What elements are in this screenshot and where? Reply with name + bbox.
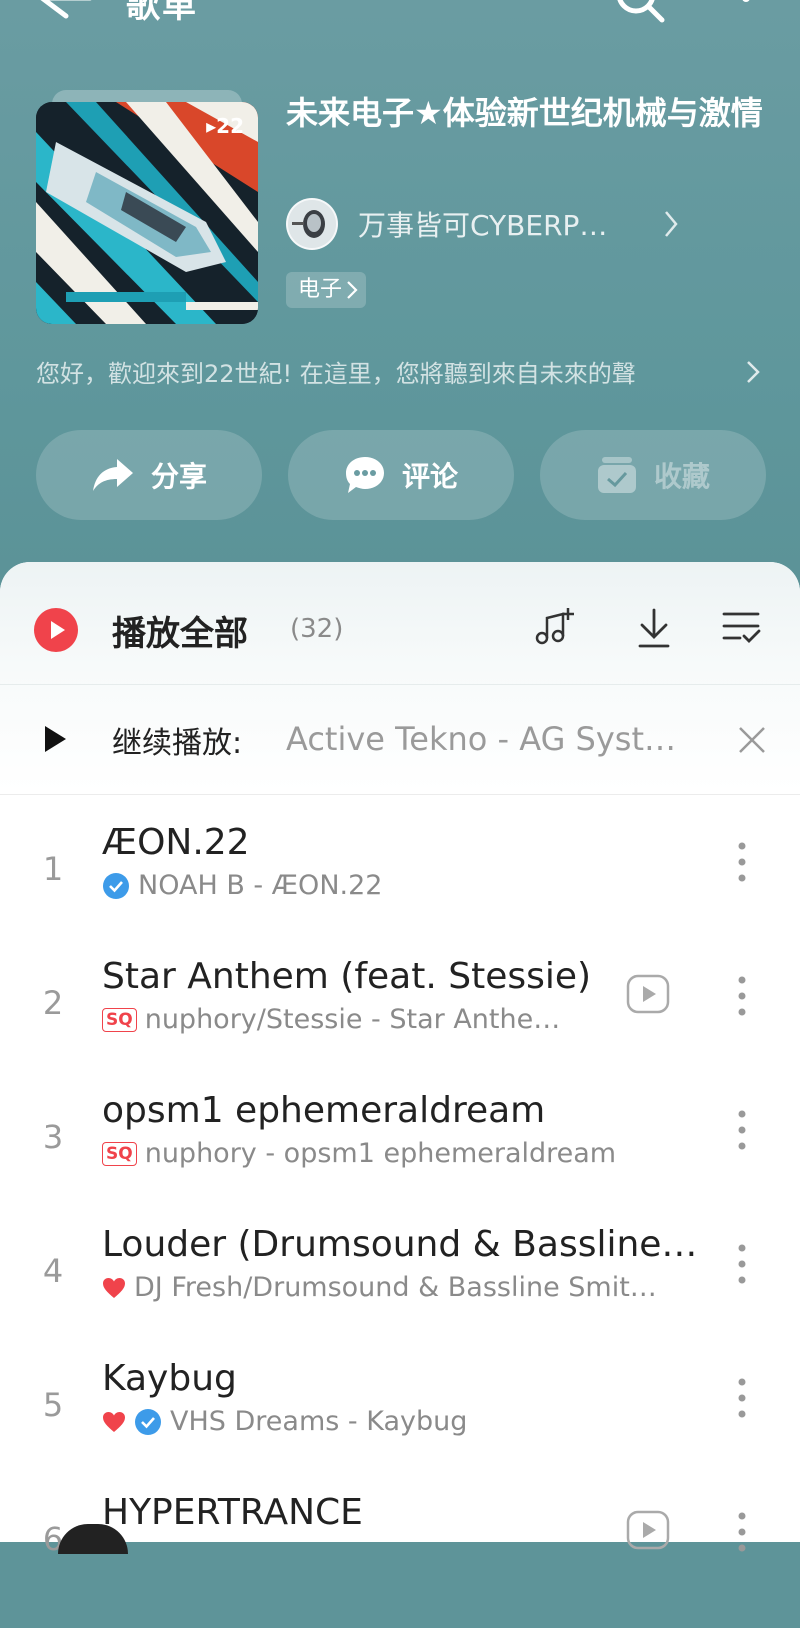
close-icon[interactable] — [736, 724, 768, 756]
genre-tag-label: 电子 — [298, 277, 343, 302]
song-title: opsm1 ephemeraldream — [102, 1090, 546, 1131]
song-list-panel: 播放全部 (32) 继续播放: Active Tekno - AG Syst… … — [0, 562, 800, 1558]
more-icon[interactable] — [734, 1242, 750, 1286]
more-options-icon[interactable] — [736, 0, 756, 28]
song-row[interactable]: 4 Louder (Drumsound & Bassline… DJ Fresh… — [0, 1224, 800, 1360]
share-button[interactable]: 分享 — [36, 430, 262, 520]
video-play-icon[interactable] — [626, 1510, 670, 1550]
song-subtitle: SQ nuphory - opsm1 ephemeraldream — [102, 1138, 702, 1169]
play-all-icon[interactable] — [34, 608, 78, 652]
song-index: 2 — [42, 984, 64, 1022]
heart-icon — [103, 1277, 125, 1298]
song-artist-album: NOAH B - ÆON.22 — [138, 870, 383, 901]
download-icon[interactable] — [632, 606, 676, 650]
chevron-right-icon — [347, 281, 358, 299]
song-artist-album: nuphory/Stessie - Star Anthe… — [144, 1004, 561, 1035]
song-title: Louder (Drumsound & Bassline… — [102, 1224, 698, 1265]
video-play-icon[interactable] — [626, 974, 670, 1014]
heart-icon — [103, 1411, 125, 1432]
more-icon[interactable] — [734, 1376, 750, 1420]
song-subtitle: VHS Dreams - Kaybug — [102, 1406, 702, 1437]
song-title: Star Anthem (feat. Stessie) — [102, 956, 592, 997]
song-index: 3 — [42, 1118, 64, 1156]
song-row[interactable]: 5 Kaybug VHS Dreams - Kaybug — [0, 1358, 800, 1494]
more-icon[interactable] — [734, 974, 750, 1018]
multi-select-icon[interactable] — [720, 606, 764, 650]
comment-icon — [345, 457, 384, 493]
divider — [0, 684, 800, 685]
add-music-icon[interactable] — [532, 606, 576, 650]
playlist-cover[interactable]: ▸22 — [36, 102, 258, 324]
more-icon[interactable] — [734, 840, 750, 884]
back-arrow-icon[interactable] — [36, 0, 92, 28]
page-title: 歌单 — [126, 0, 198, 26]
resume-label: 继续播放: — [112, 726, 243, 761]
sq-badge: SQ — [102, 1007, 137, 1032]
song-row[interactable]: 2 Star Anthem (feat. Stessie) SQ nuphory… — [0, 956, 800, 1092]
playlist-title: 未来电子★体验新世纪机械与激情 — [286, 94, 763, 132]
song-subtitle: NOAH B - ÆON.22 — [102, 870, 702, 901]
creator-name[interactable]: 万事皆可CYBERP… — [358, 204, 607, 244]
song-title: Kaybug — [102, 1358, 237, 1399]
resume-play-icon[interactable] — [42, 724, 68, 754]
more-icon[interactable] — [734, 1510, 750, 1554]
creator-avatar[interactable] — [286, 198, 338, 250]
top-bar: 歌单 — [0, 0, 800, 38]
search-icon[interactable] — [614, 0, 666, 24]
song-artist-album: nuphory - opsm1 ephemeraldream — [144, 1138, 617, 1169]
share-icon — [92, 459, 133, 491]
song-row[interactable]: 1 ÆON.22 NOAH B - ÆON.22 — [0, 822, 800, 958]
comment-button[interactable]: 评论 — [288, 430, 514, 520]
more-icon[interactable] — [734, 1108, 750, 1152]
song-title: ÆON.22 — [102, 822, 250, 863]
resume-track[interactable]: Active Tekno - AG Syst… — [286, 720, 706, 758]
genre-tag[interactable]: 电子 — [286, 272, 367, 308]
song-subtitle: DJ Fresh/Drumsound & Bassline Smit… — [102, 1272, 702, 1303]
song-index: 1 — [42, 850, 64, 888]
play-count: ▸22 — [206, 114, 244, 138]
collect-icon — [597, 457, 636, 493]
divider — [0, 794, 800, 795]
chevron-right-icon[interactable] — [660, 208, 682, 240]
song-subtitle: SQ nuphory/Stessie - Star Anthe… — [102, 1004, 702, 1035]
song-row[interactable]: 6 HYPERTRANCE — [0, 1492, 800, 1628]
song-row[interactable]: 3 opsm1 ephemeraldream SQ nuphory - opsm… — [0, 1090, 800, 1226]
share-label: 分享 — [150, 460, 207, 493]
comment-label: 评论 — [401, 460, 458, 493]
verified-icon — [135, 1408, 161, 1435]
song-index: 4 — [42, 1252, 64, 1290]
collect-button[interactable]: 收藏 — [540, 430, 766, 520]
song-artist-album: DJ Fresh/Drumsound & Bassline Smit… — [134, 1272, 657, 1303]
song-title: HYPERTRANCE — [102, 1492, 363, 1533]
song-artist-album: VHS Dreams - Kaybug — [170, 1406, 468, 1437]
sq-badge: SQ — [102, 1141, 137, 1166]
chevron-right-icon[interactable] — [744, 358, 762, 386]
playlist-description[interactable]: 您好，歡迎來到22世紀! 在這里，您將聽到來自未來的聲 — [36, 354, 696, 389]
song-index: 5 — [42, 1386, 64, 1424]
play-all-button[interactable]: 播放全部 — [112, 606, 248, 655]
verified-icon — [103, 872, 129, 899]
collect-label: 收藏 — [653, 460, 710, 493]
song-count: (32) — [290, 614, 344, 644]
